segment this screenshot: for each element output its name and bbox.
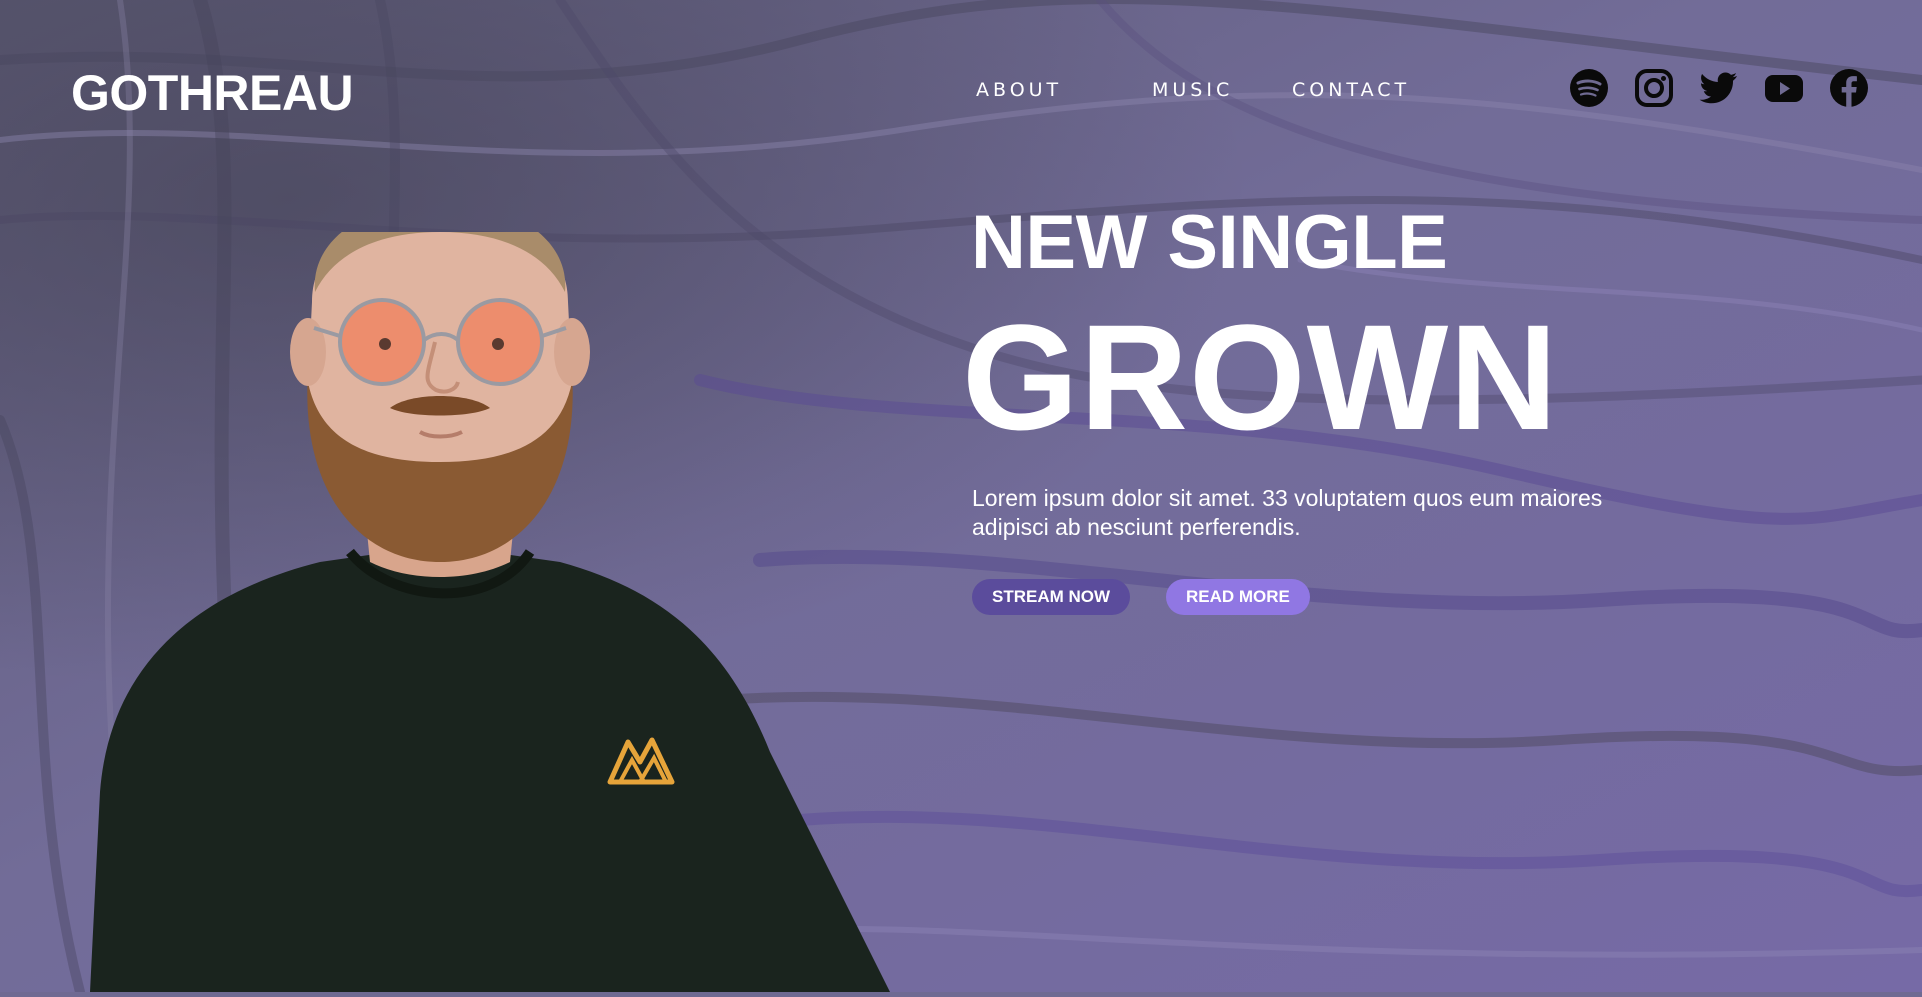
facebook-icon[interactable] bbox=[1829, 68, 1869, 108]
site-logo[interactable]: GOTHREAU bbox=[71, 68, 354, 118]
youtube-icon[interactable] bbox=[1764, 68, 1804, 108]
nav-link-music[interactable]: MUSIC bbox=[1152, 78, 1233, 102]
main-nav: ABOUT MUSIC CONTACT bbox=[976, 78, 1406, 102]
instagram-icon[interactable] bbox=[1634, 68, 1674, 108]
hero-title: GROWN bbox=[962, 293, 1559, 461]
stream-now-button[interactable]: STREAM NOW bbox=[972, 579, 1131, 615]
artist-photo bbox=[90, 202, 900, 992]
twitter-icon[interactable] bbox=[1699, 68, 1739, 108]
nav-link-about[interactable]: ABOUT bbox=[976, 78, 1062, 102]
nav-link-contact[interactable]: CONTACT bbox=[1292, 78, 1410, 102]
read-more-button[interactable]: READ MORE bbox=[1166, 579, 1310, 615]
hero-description: Lorem ipsum dolor sit amet. 33 voluptate… bbox=[972, 485, 1603, 540]
hero-eyebrow: NEW SINGLE bbox=[971, 200, 1448, 285]
social-links bbox=[1569, 68, 1869, 108]
spotify-icon[interactable] bbox=[1569, 68, 1609, 108]
